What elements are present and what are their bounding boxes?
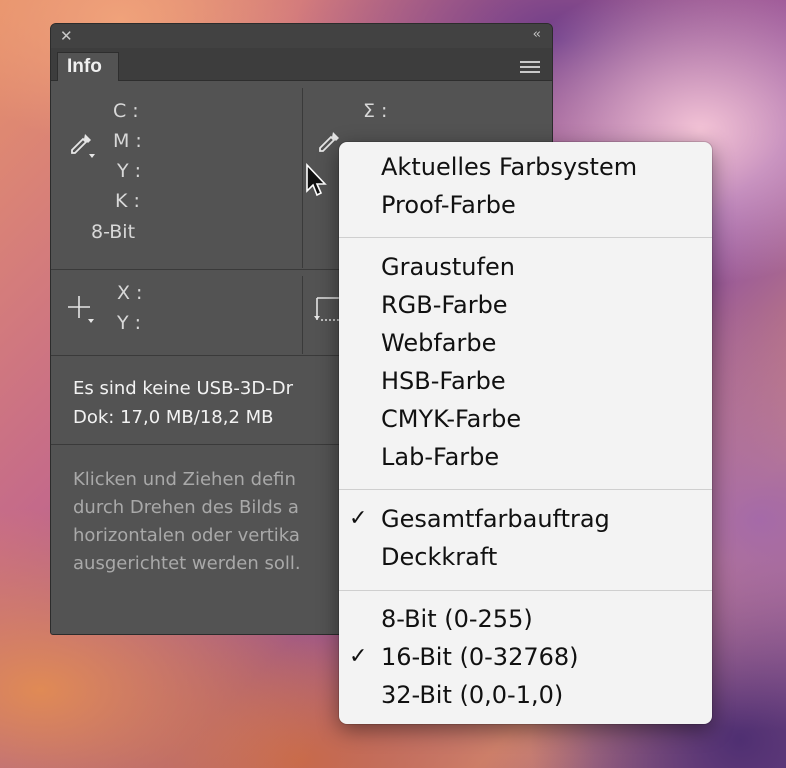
status-line: Es sind keine USB-3D-Dr [73,378,293,399]
collapse-icon[interactable]: ‹‹ [533,26,542,44]
document-size: Dok: 17,0 MB/18,2 MB [73,407,274,428]
help-line: horizontalen oder vertika [73,525,300,546]
menu-item-web-color[interactable]: Webfarbe [381,328,496,358]
panel-tabbar: Info [51,48,552,81]
x-label: X : [117,282,143,304]
help-line: Klicken und Ziehen defin [73,469,296,490]
close-icon[interactable]: ✕ [60,27,73,45]
menu-item-cmyk[interactable]: CMYK-Farbe [381,404,521,434]
panel-menu-icon[interactable] [520,61,540,76]
checkmark-icon: ✓ [349,506,368,531]
yellow-label: Y : [117,160,142,182]
bit-depth-label: 8-Bit [91,221,136,243]
cyan-label: C : [113,100,139,122]
color-mode-menu: Aktuelles Farbsystem Proof-Farbe Graustu… [339,142,712,724]
menu-item-opacity[interactable]: Deckkraft [381,542,497,572]
menu-item-grayscale[interactable]: Graustufen [381,252,515,282]
menu-separator [339,590,712,591]
help-line: ausgerichtet werden soll. [73,553,301,574]
y-label: Y : [117,312,142,334]
menu-item-proof-color[interactable]: Proof-Farbe [381,190,516,220]
black-label: K : [115,190,140,212]
magenta-label: M : [113,130,142,152]
menu-item-8bit[interactable]: 8-Bit (0-255) [381,604,533,634]
menu-separator [339,237,712,238]
menu-separator [339,489,712,490]
menu-item-16bit[interactable]: 16-Bit (0-32768) [381,642,579,672]
menu-item-total-ink[interactable]: Gesamtfarbauftrag [381,504,610,534]
help-line: durch Drehen des Bilds a [73,497,299,518]
menu-item-hsb[interactable]: HSB-Farbe [381,366,506,396]
crosshair-icon[interactable] [67,294,99,330]
divider [302,276,303,354]
menu-item-32bit[interactable]: 32-Bit (0,0-1,0) [381,680,563,710]
help-text: Klicken und Ziehen defin durch Drehen de… [73,466,373,578]
total-ink-label: Σ : [363,100,388,122]
menu-item-rgb[interactable]: RGB-Farbe [381,290,508,320]
tab-info[interactable]: Info [57,52,119,81]
divider [302,88,303,268]
eyedropper-icon[interactable] [67,130,97,164]
menu-item-lab[interactable]: Lab-Farbe [381,442,499,472]
checkmark-icon: ✓ [349,644,368,669]
mouse-pointer-icon [305,162,331,203]
panel-titlebar[interactable]: ✕ ‹‹ [51,24,552,48]
menu-item-current-color[interactable]: Aktuelles Farbsystem [381,152,637,182]
